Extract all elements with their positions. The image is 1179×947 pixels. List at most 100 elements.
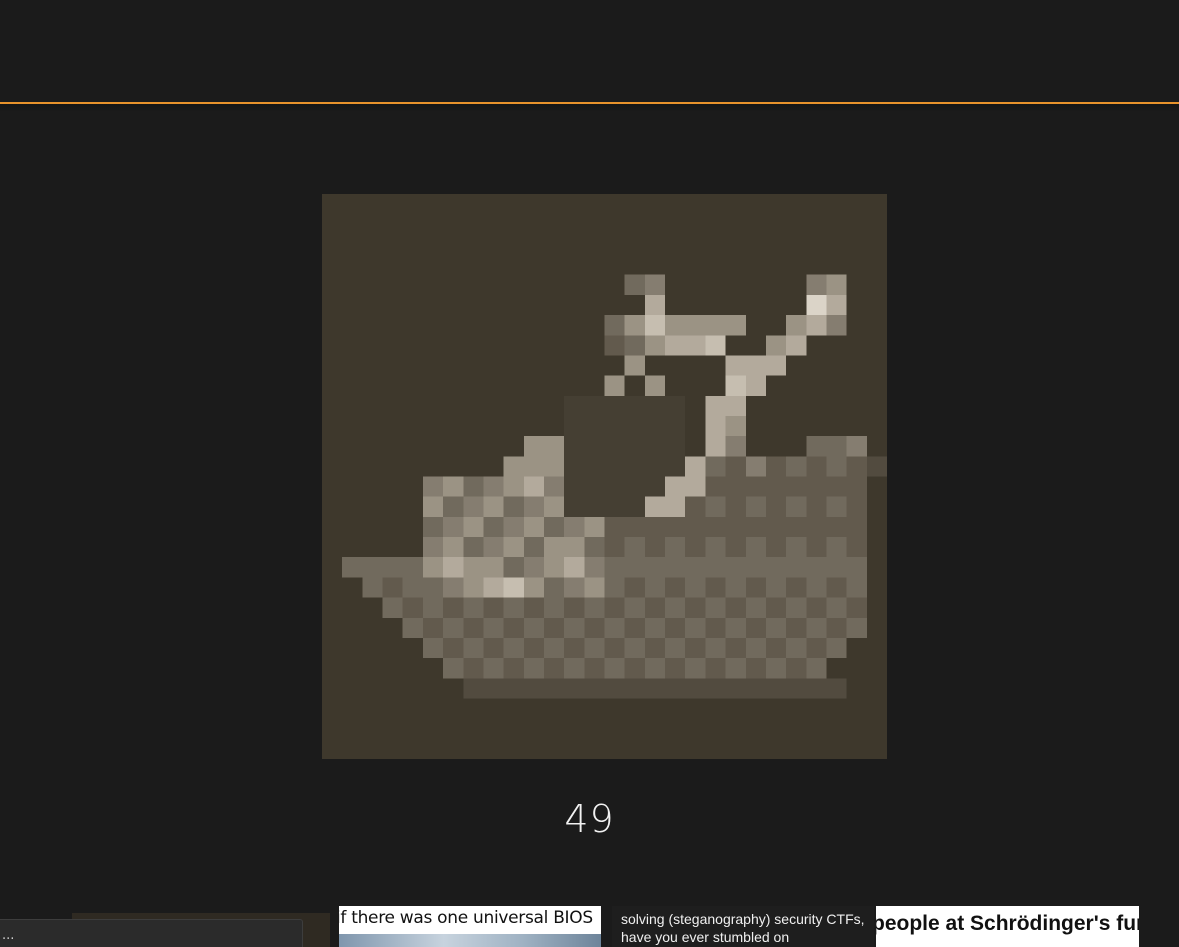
pixel (745, 597, 766, 618)
pixel (624, 355, 645, 376)
pixel (543, 597, 565, 618)
pixel (503, 617, 524, 638)
pixel (483, 476, 504, 497)
pixel (806, 274, 827, 295)
pixel (624, 537, 645, 558)
pixel (705, 557, 726, 578)
pixel (463, 597, 484, 618)
pixel (604, 375, 625, 396)
pixel (624, 274, 645, 295)
pixel (665, 315, 686, 336)
pixel (806, 476, 827, 497)
pixel (765, 335, 787, 356)
pixel (665, 496, 686, 517)
pixel (564, 537, 585, 558)
pixel (725, 537, 746, 558)
pixel (624, 395, 645, 416)
pixel (483, 597, 504, 618)
pixel (725, 678, 746, 699)
pixel (483, 637, 504, 659)
pixel (745, 516, 766, 538)
pixel (786, 597, 807, 618)
pixel (503, 678, 524, 699)
pixel (644, 415, 666, 437)
pixel (564, 476, 585, 497)
pixel (765, 537, 787, 558)
pixel (786, 335, 807, 356)
pixel (503, 516, 524, 538)
pixel (685, 516, 706, 538)
pixel (644, 678, 666, 699)
pixel (644, 436, 666, 457)
pixel (564, 456, 585, 477)
main-image[interactable] (322, 194, 887, 759)
pixel (725, 456, 746, 477)
pixel (685, 456, 706, 477)
pixel (624, 597, 645, 618)
pixel (665, 577, 686, 598)
thumbnail-2[interactable]: solving (steganography) security CTFs, h… (612, 906, 874, 947)
pixel (665, 597, 686, 618)
pixel (685, 476, 706, 497)
pixel (422, 637, 444, 659)
pixel (826, 678, 847, 699)
thumbnail-caption: if there was one universal BIOS (339, 908, 593, 928)
pixel (483, 537, 504, 558)
pixel (765, 355, 787, 376)
pixel (826, 294, 847, 316)
pixel (826, 315, 847, 336)
pixel (806, 436, 827, 457)
pixel (665, 557, 686, 578)
thumbnail-1[interactable]: if there was one universal BIOS (339, 906, 601, 947)
pixel (584, 678, 605, 699)
pixel (564, 577, 585, 598)
pixel (342, 557, 363, 578)
pixel (543, 496, 565, 517)
thumbnail-3[interactable]: people at Schrödinger's funeral watching… (876, 906, 1139, 947)
pixel (624, 577, 645, 598)
pixel (826, 617, 847, 638)
pixel (624, 658, 645, 679)
status-toast-text: ... (2, 928, 15, 943)
pixel (523, 637, 544, 659)
pixel (705, 658, 726, 679)
pixel (564, 658, 585, 679)
pixel (846, 557, 867, 578)
pixel (604, 577, 625, 598)
pixel (483, 516, 504, 538)
pixel (786, 476, 807, 497)
pixel (725, 496, 746, 517)
pixel (624, 516, 645, 538)
pixel (806, 294, 827, 316)
pixel (503, 476, 524, 497)
pixel (806, 537, 827, 558)
pixel (523, 577, 544, 598)
pixel (806, 557, 827, 578)
pixel (443, 637, 464, 659)
status-toast: ... (0, 919, 303, 947)
pixel (786, 617, 807, 638)
pixel (422, 577, 444, 598)
pixel (483, 658, 504, 679)
pixel (523, 436, 544, 457)
pixel (584, 395, 605, 416)
pixel (665, 678, 686, 699)
pixel (624, 557, 645, 578)
pixel (705, 597, 726, 618)
pixel (382, 577, 403, 598)
pixel (584, 658, 605, 679)
pixel (624, 456, 645, 477)
pixel (745, 617, 766, 638)
pixel (564, 496, 585, 517)
pixel (826, 516, 847, 538)
pixel (402, 597, 423, 618)
pixel (463, 537, 484, 558)
pixel (705, 637, 726, 659)
pixel (725, 395, 746, 416)
pixel (665, 436, 686, 457)
pixel (866, 456, 887, 477)
pixel (786, 456, 807, 477)
pixel (564, 415, 585, 437)
pixel (665, 415, 686, 437)
pixel (846, 476, 867, 497)
